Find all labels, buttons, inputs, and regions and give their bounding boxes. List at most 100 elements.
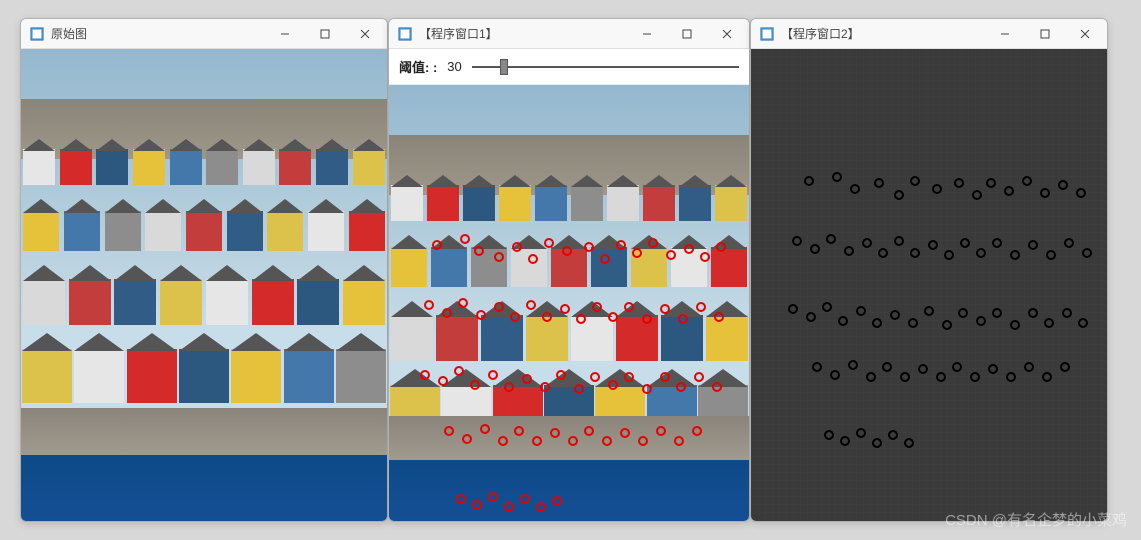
harris-point xyxy=(1046,250,1056,260)
maximize-button[interactable] xyxy=(305,20,345,48)
harris-point xyxy=(840,436,850,446)
harris-point xyxy=(894,236,904,246)
harris-point xyxy=(1078,318,1088,328)
harris-point xyxy=(856,428,866,438)
harris-point xyxy=(866,372,876,382)
harris-point xyxy=(844,246,854,256)
harris-point xyxy=(1082,248,1092,258)
harris-point xyxy=(1040,188,1050,198)
harris-point xyxy=(910,176,920,186)
harris-point xyxy=(1006,372,1016,382)
app-icon xyxy=(397,26,413,42)
threshold-toolbar: 阈值: : 30 xyxy=(389,49,749,85)
harris-point xyxy=(882,362,892,372)
harris-point xyxy=(832,172,842,182)
threshold-slider[interactable] xyxy=(472,57,739,77)
harris-point xyxy=(942,320,952,330)
slider-thumb[interactable] xyxy=(500,59,508,75)
close-button[interactable] xyxy=(707,20,747,48)
harris-point xyxy=(888,430,898,440)
harris-point xyxy=(894,190,904,200)
harris-point xyxy=(788,304,798,314)
harris-point xyxy=(824,430,834,440)
harris-point xyxy=(928,240,938,250)
harris-point xyxy=(976,248,986,258)
threshold-value: 30 xyxy=(447,59,461,74)
window-original: 原始图 xyxy=(20,18,388,522)
harris-point xyxy=(992,238,1002,248)
window-title: 原始图 xyxy=(51,25,265,42)
harris-point xyxy=(1076,188,1086,198)
harris-point xyxy=(804,176,814,186)
app-icon xyxy=(29,26,45,42)
harris-point xyxy=(1064,238,1074,248)
harris-point xyxy=(1028,240,1038,250)
image-original xyxy=(21,49,387,521)
harris-point xyxy=(878,248,888,258)
content: 阈值: : 30 xyxy=(389,49,749,521)
harris-point xyxy=(810,244,820,254)
titlebar[interactable]: 【程序窗口1】 xyxy=(389,19,749,49)
titlebar[interactable]: 原始图 xyxy=(21,19,387,49)
harris-point xyxy=(1062,308,1072,318)
harris-point xyxy=(822,302,832,312)
harris-point xyxy=(954,178,964,188)
harris-point xyxy=(792,236,802,246)
harris-point xyxy=(874,178,884,188)
harris-point xyxy=(944,250,954,260)
harris-point xyxy=(1004,186,1014,196)
harris-point xyxy=(812,362,822,372)
harris-point xyxy=(1010,250,1020,260)
harris-point xyxy=(936,372,946,382)
harris-point xyxy=(830,370,840,380)
harris-point xyxy=(908,318,918,328)
harris-point xyxy=(1058,180,1068,190)
harris-point xyxy=(972,190,982,200)
harris-point xyxy=(986,178,996,188)
harris-point xyxy=(862,238,872,248)
harris-point xyxy=(910,248,920,258)
maximize-button[interactable] xyxy=(1025,20,1065,48)
harris-point xyxy=(856,306,866,316)
harris-point xyxy=(988,364,998,374)
content xyxy=(751,49,1107,521)
app-icon xyxy=(759,26,775,42)
harris-point xyxy=(838,316,848,326)
harris-point xyxy=(872,318,882,328)
minimize-button[interactable] xyxy=(985,20,1025,48)
harris-point xyxy=(918,364,928,374)
minimize-button[interactable] xyxy=(627,20,667,48)
harris-point xyxy=(932,184,942,194)
harris-point xyxy=(992,308,1002,318)
window-title: 【程序窗口1】 xyxy=(419,25,627,42)
close-button[interactable] xyxy=(345,20,385,48)
harris-point xyxy=(1042,372,1052,382)
minimize-button[interactable] xyxy=(265,20,305,48)
harris-point xyxy=(970,372,980,382)
harris-point xyxy=(924,306,934,316)
harris-point xyxy=(1022,176,1032,186)
harris-point xyxy=(1010,320,1020,330)
harris-point xyxy=(1044,318,1054,328)
titlebar[interactable]: 【程序窗口2】 xyxy=(751,19,1107,49)
harris-point xyxy=(900,372,910,382)
image-harris-response xyxy=(751,49,1107,521)
harris-point xyxy=(960,238,970,248)
harris-point xyxy=(890,310,900,320)
harris-point xyxy=(850,184,860,194)
harris-point xyxy=(806,312,816,322)
harris-point xyxy=(848,360,858,370)
close-button[interactable] xyxy=(1065,20,1105,48)
harris-point xyxy=(872,438,882,448)
harris-point xyxy=(1060,362,1070,372)
harris-point xyxy=(826,234,836,244)
harris-point xyxy=(952,362,962,372)
window-program-1: 【程序窗口1】 阈值: : 30 xyxy=(388,18,750,522)
harris-point xyxy=(976,316,986,326)
harris-point xyxy=(904,438,914,448)
harris-point xyxy=(958,308,968,318)
maximize-button[interactable] xyxy=(667,20,707,48)
harris-point xyxy=(1028,308,1038,318)
window-program-2: 【程序窗口2】 xyxy=(750,18,1108,522)
window-title: 【程序窗口2】 xyxy=(781,25,985,42)
